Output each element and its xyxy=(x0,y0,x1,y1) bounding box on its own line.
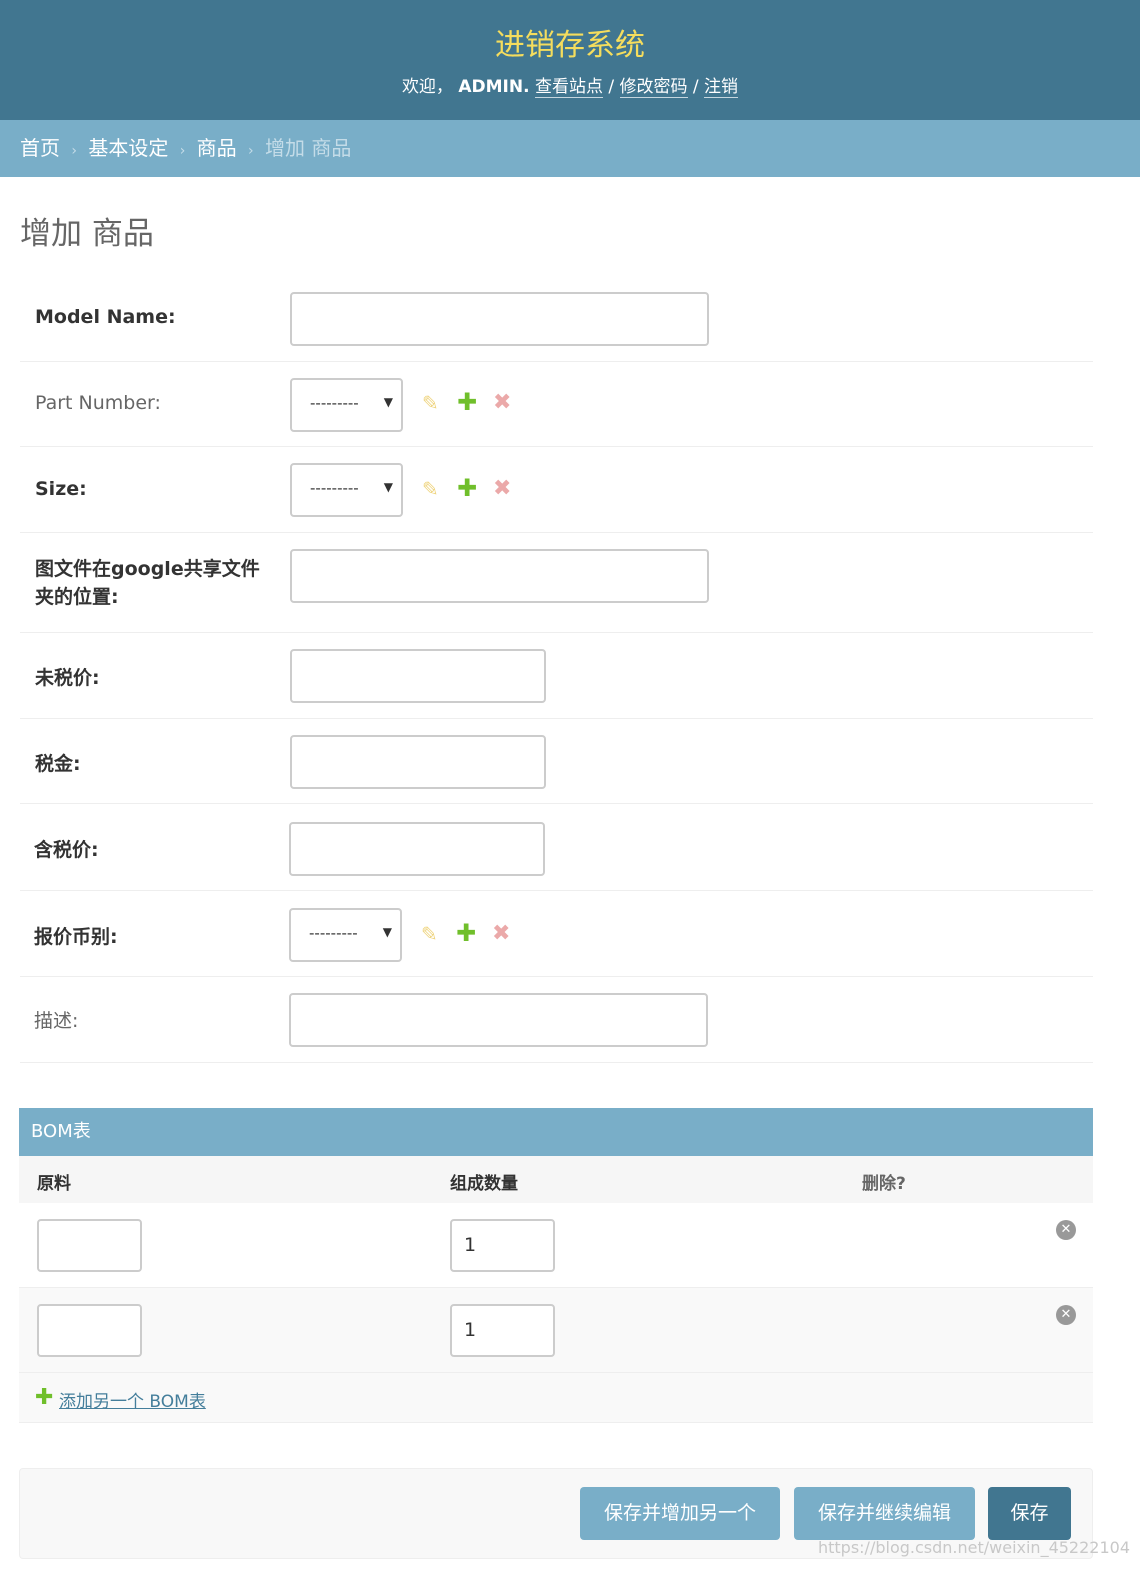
pencil-icon[interactable]: ✎ xyxy=(421,922,438,946)
inline-table-header: 原料 组成数量 删除? xyxy=(19,1156,1093,1203)
remove-circle-icon[interactable]: ✕ xyxy=(1056,1305,1076,1325)
column-header-material: 原料 xyxy=(37,1174,71,1194)
site-name: 进销存系统 xyxy=(495,28,645,63)
model-name-input[interactable] xyxy=(290,292,709,346)
save-button[interactable]: 保存 xyxy=(988,1487,1071,1540)
file-location-label: 图文件在google共享文件夹的位置: xyxy=(35,558,260,608)
form-row-price-pre-tax: 未税价: xyxy=(20,633,1093,719)
form-row-part-number: Part Number: --------- ▼ ✎ ✚ ✖ xyxy=(20,362,1093,447)
description-input[interactable] xyxy=(289,993,708,1047)
material-input[interactable] xyxy=(37,1304,142,1357)
quantity-input[interactable]: 1 xyxy=(450,1219,555,1272)
user-tools-separator: / xyxy=(608,77,615,97)
breadcrumb-separator: › xyxy=(71,143,77,159)
site-header: 进销存系统 欢迎， ADMIN. 查看站点 / 修改密码 / 注销 xyxy=(0,0,1140,120)
breadcrumb: 首页 › 基本设定 › 商品 › 增加 商品 xyxy=(0,120,1140,177)
tax-label: 税金: xyxy=(35,753,81,775)
pencil-icon[interactable]: ✎ xyxy=(422,391,439,415)
plus-icon: ✚ xyxy=(35,1385,54,1410)
select-value: --------- xyxy=(309,924,358,942)
currency-select[interactable]: --------- ▼ xyxy=(289,908,402,962)
user-tools: 欢迎， ADMIN. 查看站点 / 修改密码 / 注销 xyxy=(0,72,1140,98)
x-icon[interactable]: ✖ xyxy=(492,921,510,946)
form-row-price-with-tax: 含税价: xyxy=(20,804,1093,891)
form-row-size: Size: --------- ▼ ✎ ✚ ✖ xyxy=(20,447,1093,533)
plus-icon[interactable]: ✚ xyxy=(456,919,476,947)
size-select[interactable]: --------- ▼ xyxy=(290,463,403,517)
tax-input[interactable] xyxy=(290,735,546,789)
price-pre-tax-label: 未税价: xyxy=(35,667,100,689)
form-row-file-location: 图文件在google共享文件夹的位置: xyxy=(20,533,1093,633)
material-input[interactable] xyxy=(37,1219,142,1272)
welcome-text: 欢迎， xyxy=(401,77,453,97)
quantity-input[interactable]: 1 xyxy=(450,1304,555,1357)
watermark: https://blog.csdn.net/weixin_45222104 xyxy=(817,1538,1130,1557)
column-header-quantity: 组成数量 xyxy=(450,1174,518,1194)
column-header-delete: 删除? xyxy=(862,1174,906,1194)
add-another-bom-link[interactable]: 添加另一个 BOM表 xyxy=(59,1387,206,1412)
breadcrumb-products[interactable]: 商品 xyxy=(197,136,237,160)
breadcrumb-basic-settings[interactable]: 基本设定 xyxy=(88,136,168,160)
username: ADMIN. xyxy=(458,77,530,97)
pencil-icon[interactable]: ✎ xyxy=(422,477,439,501)
price-pre-tax-input[interactable] xyxy=(290,649,546,703)
plus-icon[interactable]: ✚ xyxy=(457,388,477,416)
x-icon[interactable]: ✖ xyxy=(493,390,511,415)
form-row-model-name: Model Name: xyxy=(20,278,1093,362)
chevron-down-icon: ▼ xyxy=(383,395,393,409)
chevron-down-icon: ▼ xyxy=(383,480,393,494)
user-tools-separator: / xyxy=(692,77,699,97)
model-name-label: Model Name: xyxy=(35,306,176,328)
x-icon[interactable]: ✖ xyxy=(493,476,511,501)
description-label: 描述: xyxy=(34,1010,79,1032)
table-row: 1 ✕ xyxy=(19,1288,1093,1373)
save-and-continue-button[interactable]: 保存并继续编辑 xyxy=(794,1487,975,1540)
form-row-tax: 税金: xyxy=(20,719,1093,804)
size-label: Size: xyxy=(35,478,87,500)
save-and-add-another-button[interactable]: 保存并增加另一个 xyxy=(580,1487,780,1540)
chevron-down-icon: ▼ xyxy=(382,925,392,939)
breadcrumb-separator: › xyxy=(179,143,186,159)
price-with-tax-label: 含税价: xyxy=(34,839,99,861)
select-value: --------- xyxy=(310,394,359,412)
currency-label: 报价币别: xyxy=(34,926,118,948)
price-with-tax-input[interactable] xyxy=(289,822,545,876)
add-row: ✚ 添加另一个 BOM表 xyxy=(19,1373,1093,1423)
form-row-currency: 报价币别: --------- ▼ ✎ ✚ ✖ xyxy=(20,891,1093,977)
change-password-link[interactable]: 修改密码 xyxy=(619,77,688,98)
table-row: 1 ✕ xyxy=(19,1203,1093,1288)
breadcrumb-separator: › xyxy=(248,143,254,159)
breadcrumb-current: 增加 商品 xyxy=(264,136,352,160)
breadcrumb-home[interactable]: 首页 xyxy=(20,136,60,160)
part-number-label: Part Number: xyxy=(35,392,161,414)
inline-group-title: BOM表 xyxy=(19,1108,1093,1156)
view-site-link[interactable]: 查看站点 xyxy=(534,77,603,98)
logout-link[interactable]: 注销 xyxy=(704,77,739,98)
part-number-select[interactable]: --------- ▼ xyxy=(290,378,403,432)
plus-icon[interactable]: ✚ xyxy=(457,474,477,502)
form-row-description: 描述: xyxy=(20,977,1093,1063)
file-location-input[interactable] xyxy=(290,549,709,603)
page-title: 增加 商品 xyxy=(20,216,154,252)
remove-circle-icon[interactable]: ✕ xyxy=(1056,1220,1076,1240)
select-value: --------- xyxy=(310,479,359,497)
